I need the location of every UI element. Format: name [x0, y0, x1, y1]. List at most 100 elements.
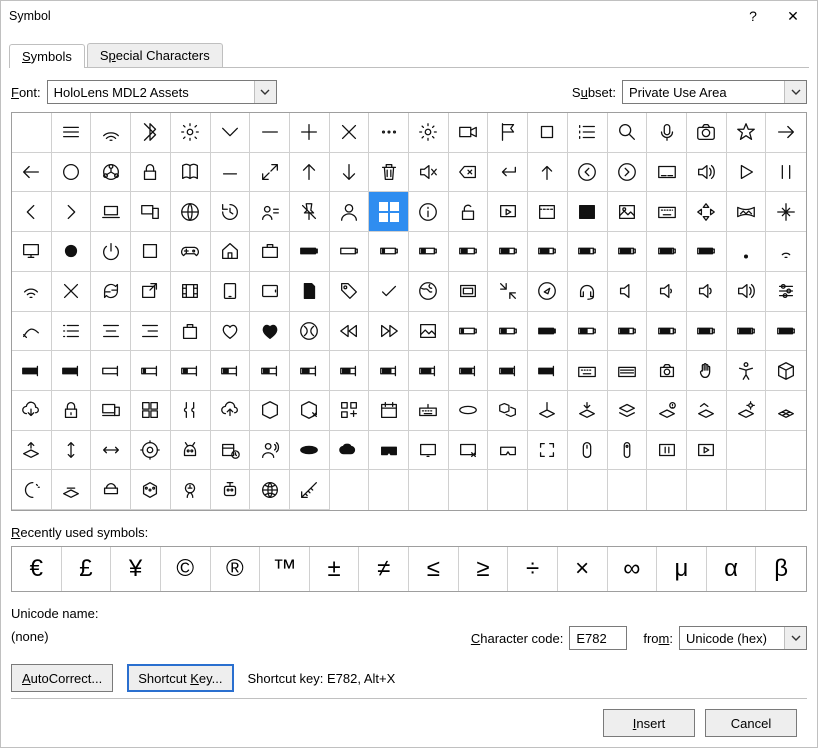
glyph-image2-icon[interactable]: [409, 312, 449, 352]
glyph-gamepad-icon[interactable]: [171, 232, 211, 272]
glyph-return-icon[interactable]: [488, 153, 528, 193]
shortcut-key-button[interactable]: Shortcut Key...: [127, 664, 233, 692]
glyph-play-icon[interactable]: [727, 153, 767, 193]
glyph-tablet-icon[interactable]: [211, 272, 251, 312]
glyph-lines-r-icon[interactable]: [131, 312, 171, 352]
glyph-resize-icon[interactable]: [687, 192, 727, 232]
glyph-pause-icon[interactable]: [766, 153, 806, 193]
glyph-cube-dots-icon[interactable]: [131, 470, 171, 510]
glyph-charge-7-icon[interactable]: [290, 351, 330, 391]
glyph-charge-b-icon[interactable]: [449, 351, 489, 391]
glyph-keyboard3-icon[interactable]: [409, 391, 449, 431]
glyph-dog-icon[interactable]: [171, 431, 211, 471]
recent-symbol[interactable]: β: [756, 547, 806, 591]
glyph-store-icon[interactable]: [171, 312, 211, 352]
glyph-charge-2-icon[interactable]: [91, 351, 131, 391]
glyph-upload-icon[interactable]: [528, 153, 568, 193]
glyph-briefcase-icon[interactable]: [250, 232, 290, 272]
glyph-monitor-icon[interactable]: [12, 232, 52, 272]
glyph-cell[interactable]: [647, 470, 687, 510]
glyph-frame-icon[interactable]: [528, 431, 568, 471]
glyph-user-speak-icon[interactable]: [250, 431, 290, 471]
glyph-surface-hl-icon[interactable]: [52, 470, 92, 510]
glyph-windows-icon[interactable]: [369, 192, 409, 232]
recent-symbol[interactable]: ∞: [608, 547, 658, 591]
glyph-panorama-icon[interactable]: [727, 192, 767, 232]
glyph-bluetooth-icon[interactable]: [131, 113, 171, 153]
glyph-window-icon[interactable]: [528, 192, 568, 232]
glyph-numbered-list-icon[interactable]: [568, 113, 608, 153]
glyph-volume-icon[interactable]: [687, 153, 727, 193]
glyph-headset-icon[interactable]: [568, 272, 608, 312]
glyph-keyboard-icon[interactable]: [647, 192, 687, 232]
glyph-tools-icon[interactable]: [171, 391, 211, 431]
glyph-surface-q-icon[interactable]: [647, 391, 687, 431]
recent-symbol[interactable]: ×: [558, 547, 608, 591]
glyph-video-icon[interactable]: [449, 113, 489, 153]
glyph-bat-i-icon[interactable]: [766, 312, 806, 352]
glyph-next-icon[interactable]: [608, 153, 648, 193]
glyph-cell[interactable]: [488, 470, 528, 510]
glyph-hand-icon[interactable]: [687, 351, 727, 391]
glyph-surface-up-icon[interactable]: [12, 431, 52, 471]
glyph-wifi-med-icon[interactable]: [12, 272, 52, 312]
glyph-charge-c-icon[interactable]: [488, 351, 528, 391]
close-icon[interactable]: ✕: [773, 1, 813, 31]
glyph-check-icon[interactable]: [369, 272, 409, 312]
glyph-user-icon[interactable]: [330, 192, 370, 232]
tab-special-characters[interactable]: Special Characters: [87, 43, 223, 67]
glyph-battery-5-icon[interactable]: [528, 232, 568, 272]
glyph-battery-3-icon[interactable]: [449, 232, 489, 272]
glyph-globe-icon[interactable]: [171, 192, 211, 232]
glyph-compass-icon[interactable]: [528, 272, 568, 312]
glyph-bat-e-icon[interactable]: [608, 312, 648, 352]
glyph-closex-icon[interactable]: [52, 272, 92, 312]
glyph-moon-icon[interactable]: [12, 470, 52, 510]
glyph-charge-3-icon[interactable]: [131, 351, 171, 391]
glyph-chevron-down-icon[interactable]: [211, 113, 251, 153]
glyph-tablet-h-icon[interactable]: [250, 272, 290, 312]
glyph-screen-icon[interactable]: [409, 431, 449, 471]
glyph-share-icon[interactable]: [91, 153, 131, 193]
glyph-image-icon[interactable]: [568, 192, 608, 232]
glyph-move-v-icon[interactable]: [52, 431, 92, 471]
glyph-puzzle-head-icon[interactable]: [171, 470, 211, 510]
recent-symbol[interactable]: ≤: [409, 547, 459, 591]
glyph-lines-l-icon[interactable]: [52, 312, 92, 352]
glyph-vol-low-icon[interactable]: [608, 272, 648, 312]
glyph-circle-icon[interactable]: [52, 153, 92, 193]
glyph-chevron-right-icon[interactable]: [52, 192, 92, 232]
recent-symbol[interactable]: μ: [657, 547, 707, 591]
glyph-env-camera-icon[interactable]: [647, 351, 687, 391]
glyph-contact-icon[interactable]: [250, 192, 290, 232]
recent-symbol[interactable]: ≥: [459, 547, 509, 591]
glyph-surface-down-icon[interactable]: [568, 391, 608, 431]
glyph-screen-x-icon[interactable]: [449, 431, 489, 471]
glyph-cal-time-icon[interactable]: [211, 431, 251, 471]
glyph-forward-icon[interactable]: [369, 312, 409, 352]
glyph-box-x-icon[interactable]: [290, 391, 330, 431]
glyph-surface-grid-icon[interactable]: [766, 391, 806, 431]
glyph-battery-2-icon[interactable]: [409, 232, 449, 272]
glyph-unpin-icon[interactable]: [290, 192, 330, 232]
glyph-devices2-icon[interactable]: [91, 391, 131, 431]
insert-button[interactable]: Insert: [603, 709, 695, 737]
recent-symbol[interactable]: ±: [310, 547, 360, 591]
glyph-flag-icon[interactable]: [488, 113, 528, 153]
autocorrect-button[interactable]: AutoCorrect...: [11, 664, 113, 692]
glyph-charge-0-icon[interactable]: [12, 351, 52, 391]
glyph-brightness-icon[interactable]: [171, 113, 211, 153]
glyph-bat-f-icon[interactable]: [647, 312, 687, 352]
glyph-heart-icon[interactable]: [250, 312, 290, 352]
glyph-cell[interactable]: [727, 470, 767, 510]
glyph-cell[interactable]: [449, 470, 489, 510]
glyph-star-icon[interactable]: [727, 113, 767, 153]
glyph-bat-b-icon[interactable]: [488, 312, 528, 352]
glyph-charge-6-icon[interactable]: [250, 351, 290, 391]
glyph-close-icon[interactable]: [330, 113, 370, 153]
glyph-wifi-icon[interactable]: [91, 113, 131, 153]
recent-symbol[interactable]: €: [12, 547, 62, 591]
glyph-globe2-icon[interactable]: [250, 470, 290, 510]
glyph-devices-icon[interactable]: [131, 192, 171, 232]
glyph-vr-head-icon[interactable]: [91, 470, 131, 510]
